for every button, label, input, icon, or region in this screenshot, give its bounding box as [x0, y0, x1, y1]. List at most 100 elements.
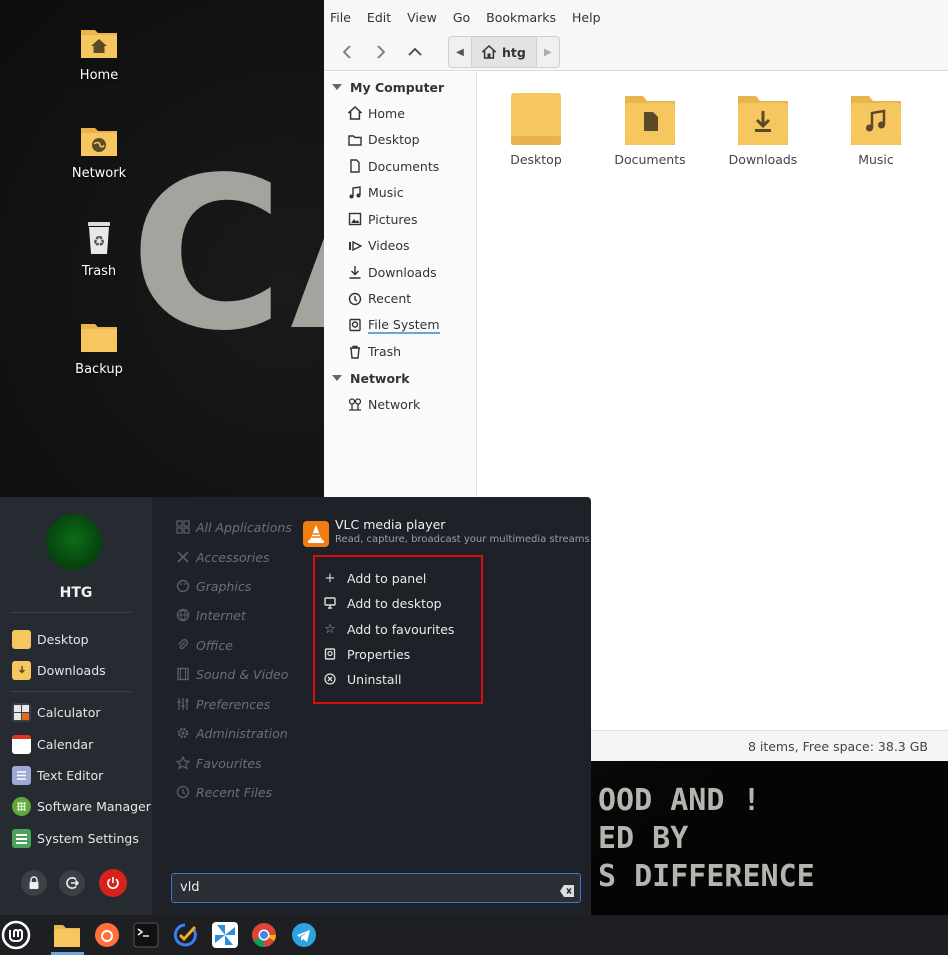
folder-item-music[interactable]: Music — [826, 92, 926, 167]
app-calendar[interactable]: Calendar — [12, 733, 93, 755]
recent-clock-icon — [348, 292, 362, 306]
app-text-editor[interactable]: Text Editor — [12, 764, 103, 786]
taskbar — [0, 915, 948, 955]
clear-search-icon[interactable] — [560, 882, 574, 897]
category-accessories[interactable]: Accessories — [176, 546, 269, 568]
app-calculator[interactable]: Calculator — [12, 701, 100, 723]
text-editor-icon — [12, 765, 31, 785]
category-internet[interactable]: Internet — [176, 604, 246, 626]
category-all-applications[interactable]: All Applications — [176, 516, 292, 538]
menu-edit[interactable]: Edit — [367, 10, 391, 25]
expander-icon — [332, 84, 342, 90]
menu-view[interactable]: View — [407, 10, 437, 25]
forward-button[interactable] — [366, 38, 396, 66]
sidebar-section-my-computer[interactable]: My Computer — [324, 74, 476, 100]
category-graphics[interactable]: Graphics — [176, 575, 251, 597]
taskbar-pinwheel-app[interactable] — [209, 919, 241, 951]
sidebar-item-home[interactable]: Home — [324, 100, 476, 127]
add-to-favourites-item[interactable]: ☆ Add to favourites — [323, 618, 454, 640]
divider — [10, 691, 132, 692]
taskbar-terminal[interactable] — [130, 919, 162, 951]
folder-item-desktop[interactable]: Desktop — [486, 92, 586, 167]
menu-go[interactable]: Go — [453, 10, 470, 25]
category-recent-files[interactable]: Recent Files — [176, 781, 272, 803]
desktop-icon-backup[interactable]: Backup — [54, 316, 144, 377]
shutdown-button[interactable] — [99, 869, 127, 897]
category-preferences[interactable]: Preferences — [176, 693, 270, 715]
app-system-settings[interactable]: System Settings — [12, 827, 139, 849]
chevron-up-icon — [408, 47, 422, 56]
sidebar-item-pictures[interactable]: Pictures — [324, 206, 476, 233]
sidebar-item-network[interactable]: Network — [324, 391, 476, 418]
sliders-icon — [176, 697, 190, 711]
expander-icon — [332, 375, 342, 381]
properties-item[interactable]: Properties — [323, 643, 410, 665]
grid-icon — [176, 520, 190, 534]
user-name: HTG — [59, 585, 93, 601]
trash-icon: ♻ — [79, 218, 119, 258]
menubar: File Edit View Go Bookmarks Help — [324, 0, 948, 34]
menu-help[interactable]: Help — [572, 10, 601, 25]
folder-icon — [348, 133, 362, 147]
music-folder-icon — [850, 92, 902, 146]
place-downloads[interactable]: Downloads — [12, 659, 106, 681]
search-input[interactable]: vld — [180, 880, 200, 895]
lock-screen-button[interactable] — [21, 870, 47, 896]
up-button[interactable] — [400, 38, 430, 66]
desktop-icon-network[interactable]: Network — [54, 120, 144, 181]
picture-icon — [348, 212, 362, 226]
taskbar-telegram[interactable] — [288, 919, 320, 951]
menu-file[interactable]: File — [330, 10, 351, 25]
video-icon — [348, 239, 362, 253]
sidebar-item-music[interactable]: Music — [324, 180, 476, 207]
software-manager-icon — [12, 796, 31, 816]
category-sound-video[interactable]: Sound & Video — [176, 663, 288, 685]
category-office[interactable]: Office — [176, 634, 233, 656]
folder-icon — [54, 925, 80, 947]
place-desktop[interactable]: Desktop — [12, 628, 89, 650]
sidebar-item-trash[interactable]: Trash — [324, 339, 476, 366]
category-favourites[interactable]: Favourites — [176, 752, 262, 774]
avatar[interactable] — [46, 514, 102, 570]
taskbar-task-app[interactable] — [169, 919, 201, 951]
globe-icon — [176, 608, 190, 622]
sidebar-item-videos[interactable]: Videos — [324, 233, 476, 260]
category-administration[interactable]: Administration — [176, 722, 288, 744]
sidebar-item-desktop[interactable]: Desktop — [324, 127, 476, 154]
uninstall-item[interactable]: Uninstall — [323, 668, 402, 690]
taskbar-firefox[interactable] — [91, 919, 123, 951]
firefox-icon — [95, 923, 119, 947]
divider — [10, 612, 132, 613]
folder-item-downloads[interactable]: Downloads — [713, 92, 813, 167]
folder-item-documents[interactable]: Documents — [600, 92, 700, 167]
document-icon — [348, 159, 362, 173]
downloads-folder-icon — [12, 660, 31, 680]
sidebar-item-downloads[interactable]: Downloads — [324, 259, 476, 286]
folder-icon — [79, 316, 119, 356]
sidebar-item-file-system[interactable]: File System — [324, 312, 476, 339]
desktop-icon-trash[interactable]: ♻ Trash — [54, 218, 144, 279]
sidebar-section-network[interactable]: Network — [324, 365, 476, 391]
path-bar: ◀ htg ▶ — [448, 36, 560, 68]
sidebar-item-recent[interactable]: Recent — [324, 286, 476, 313]
desktop-icon-home[interactable]: Home — [54, 22, 144, 83]
path-right-arrow[interactable]: ▶ — [537, 37, 559, 67]
taskbar-chrome[interactable] — [248, 919, 280, 951]
sidebar-item-documents[interactable]: Documents — [324, 153, 476, 180]
menu-button[interactable] — [0, 919, 32, 951]
result-app-title[interactable]: VLC media player — [335, 517, 445, 532]
search-field[interactable]: vld — [171, 873, 581, 903]
path-segment-home[interactable]: htg — [471, 37, 537, 67]
add-to-desktop-item[interactable]: Add to desktop — [323, 592, 442, 614]
properties-icon — [323, 647, 337, 661]
app-software-manager[interactable]: Software Manager — [12, 795, 151, 817]
back-button[interactable] — [332, 38, 362, 66]
path-left-arrow[interactable]: ◀ — [449, 37, 471, 67]
taskbar-files[interactable] — [51, 919, 83, 951]
calculator-icon — [12, 702, 31, 722]
network-icon — [348, 397, 362, 411]
logout-button[interactable] — [59, 870, 85, 896]
vlc-icon[interactable] — [303, 521, 329, 547]
add-to-panel-item[interactable]: + Add to panel — [323, 567, 427, 589]
menu-bookmarks[interactable]: Bookmarks — [486, 10, 556, 25]
